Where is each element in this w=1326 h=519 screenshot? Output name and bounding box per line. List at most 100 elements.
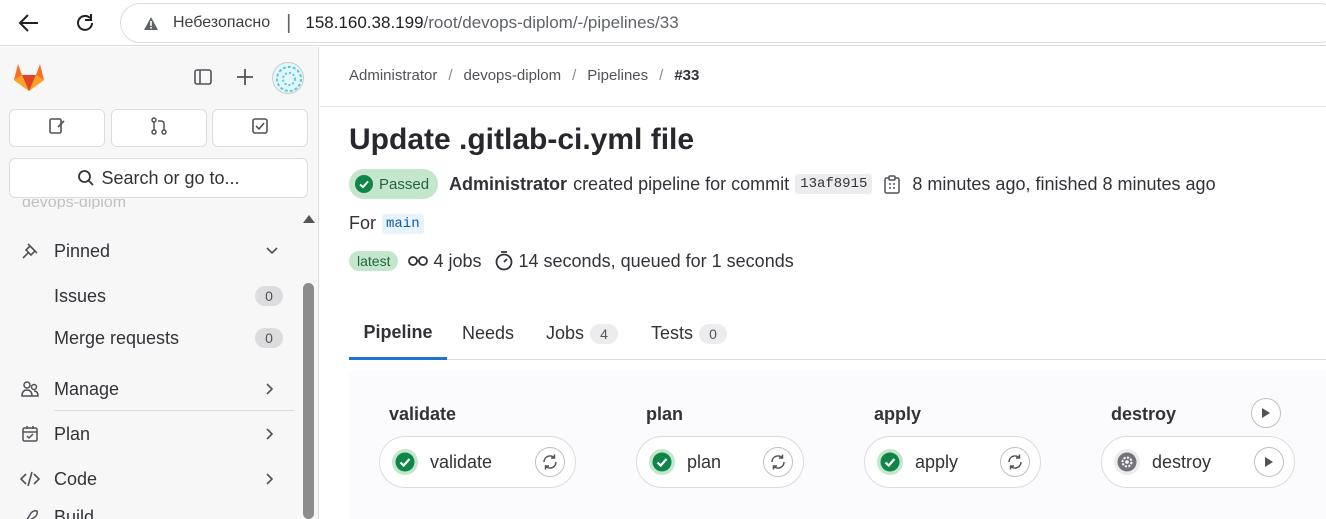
commit-sha-link[interactable]: 13af8915	[795, 174, 873, 194]
breadcrumb-separator: /	[448, 67, 453, 84]
sidebar-item-label: Code	[54, 468, 98, 489]
status-badge[interactable]: Passed	[349, 169, 439, 199]
gitlab-logo-icon[interactable]	[12, 61, 46, 95]
stage-title: destroy	[1111, 404, 1177, 424]
page-title: Update .gitlab-ci.yml file	[349, 123, 695, 156]
pipeline-icon	[408, 251, 429, 271]
tab-label: Pipeline	[363, 321, 433, 342]
todo-shortcut-button[interactable]	[212, 109, 308, 147]
job-validate[interactable]: validate	[379, 436, 576, 488]
copy-clipboard-icon[interactable]	[884, 174, 902, 194]
pipeline-stats: latest 4 jobs 14 seconds, queued for 1 s…	[349, 249, 794, 273]
avatar[interactable]	[272, 62, 304, 94]
latest-badge: latest	[349, 251, 399, 271]
scrolled-project-name: devops-diplom	[22, 199, 127, 209]
stage-title: plan	[646, 404, 684, 424]
todo-check-icon	[251, 117, 269, 140]
job-name: validate	[430, 451, 493, 472]
count-badge: 0	[255, 286, 283, 306]
sidebar-item-label: Issues	[54, 285, 107, 306]
retry-icon[interactable]	[1000, 447, 1030, 477]
retry-icon[interactable]	[763, 447, 793, 477]
back-arrow-icon[interactable]	[14, 8, 44, 38]
branch-ref-link[interactable]: main	[382, 213, 424, 234]
pipeline-meta: Passed Administrator created pipeline fo…	[349, 169, 1216, 199]
pipeline-ref-line: For main	[349, 213, 424, 234]
url-host: 158.160.38.199	[305, 13, 424, 32]
sidebar-item-merge-requests[interactable]: Merge requests 0	[0, 318, 300, 358]
status-success-icon	[355, 175, 373, 193]
stage-title: apply	[874, 404, 922, 424]
tab-count-badge: 0	[699, 323, 728, 344]
warning-icon[interactable]	[143, 14, 161, 32]
job-apply[interactable]: apply	[864, 436, 1041, 488]
tab-label: Tests	[651, 323, 694, 343]
sidebar-item-label: Build	[54, 507, 95, 519]
stage-title: validate	[389, 404, 457, 424]
scroll-up-arrow-icon[interactable]	[303, 215, 315, 223]
breadcrumb-link[interactable]: Administrator	[349, 67, 437, 84]
breadcrumb-link[interactable]: Pipelines	[587, 67, 648, 84]
status-manual-gear-icon	[1114, 449, 1140, 475]
breadcrumb-current[interactable]: #33	[674, 67, 699, 84]
sidebar-divider	[54, 410, 294, 411]
sidebar-item-issues[interactable]: Issues 0	[0, 276, 300, 316]
sidebar: Search or go to... devops-diplom Pinned …	[0, 47, 319, 519]
retry-icon[interactable]	[535, 447, 565, 477]
plus-icon[interactable]	[233, 65, 257, 89]
tab-label: Jobs	[546, 323, 585, 343]
timer-icon	[494, 251, 514, 271]
issues-shortcut-button[interactable]	[9, 109, 105, 147]
merge-requests-shortcut-button[interactable]	[111, 109, 207, 147]
chevron-right-icon	[266, 427, 280, 441]
created-text: created pipeline for commit	[573, 173, 790, 194]
sidebar-item-manage[interactable]: Manage	[0, 369, 300, 409]
address-bar[interactable]: Небезопасно | 158.160.38.199/root/devops…	[120, 3, 1326, 43]
pipeline-graph: validate validate plan plan apply apply	[349, 371, 1326, 519]
sidebar-item-build[interactable]: Build	[0, 501, 300, 519]
sidebar-item-code[interactable]: Code	[0, 459, 300, 499]
job-name: plan	[687, 451, 722, 472]
sidebar-item-pinned[interactable]: Pinned	[0, 231, 300, 271]
scrollbar-thumb[interactable]	[303, 283, 314, 519]
sidebar-item-label: Manage	[54, 378, 120, 399]
play-icon[interactable]	[1254, 447, 1284, 477]
url-path: /root/devops-diplom/-/pipelines/33	[423, 13, 679, 32]
sidebar-toggle-icon[interactable]	[191, 65, 215, 89]
author-link[interactable]: Administrator	[449, 174, 567, 195]
pipeline-tabs: Pipeline Needs Jobs 4 Tests 0	[349, 307, 1326, 360]
sidebar-item-label: Merge requests	[54, 327, 180, 348]
chevron-right-icon	[266, 382, 280, 396]
tab-jobs[interactable]: Jobs 4	[546, 307, 619, 360]
pipeline-time: 8 minutes ago, finished 8 minutes ago	[912, 173, 1216, 194]
job-destroy[interactable]: destroy	[1101, 436, 1295, 488]
job-plan[interactable]: plan	[636, 436, 804, 488]
header-divider	[320, 106, 1326, 107]
breadcrumb: Administrator / devops-diplom / Pipeline…	[349, 67, 699, 84]
tab-pipeline[interactable]: Pipeline	[349, 307, 447, 360]
browser-toolbar: Небезопасно | 158.160.38.199/root/devops…	[0, 0, 1326, 46]
thumbtack-icon	[19, 240, 41, 262]
reload-icon[interactable]	[70, 8, 100, 38]
breadcrumb-separator: /	[572, 67, 577, 84]
tab-tests[interactable]: Tests 0	[651, 307, 728, 360]
duration-text: 14 seconds, queued for 1 seconds	[518, 250, 794, 271]
tab-label: Needs	[462, 323, 515, 343]
sidebar-item-label: Plan	[54, 423, 91, 444]
insecure-label[interactable]: Небезопасно	[173, 14, 270, 32]
address-separator: |	[286, 11, 292, 34]
search-label: Search or go to...	[101, 167, 240, 188]
count-badge: 0	[255, 328, 283, 348]
search-button[interactable]: Search or go to...	[9, 158, 308, 198]
tab-needs[interactable]: Needs	[462, 307, 514, 360]
breadcrumb-link[interactable]: devops-diplom	[464, 67, 562, 84]
planning-icon	[19, 423, 41, 445]
sidebar-item-plan[interactable]: Plan	[0, 414, 300, 454]
jobs-count: 4 jobs	[433, 250, 482, 271]
merge-request-icon	[150, 116, 168, 140]
rocket-icon	[19, 507, 41, 519]
chevron-down-icon	[266, 244, 280, 258]
job-name: apply	[915, 451, 959, 472]
stage-play-icon[interactable]	[1251, 398, 1281, 428]
issues-icon	[48, 117, 66, 140]
